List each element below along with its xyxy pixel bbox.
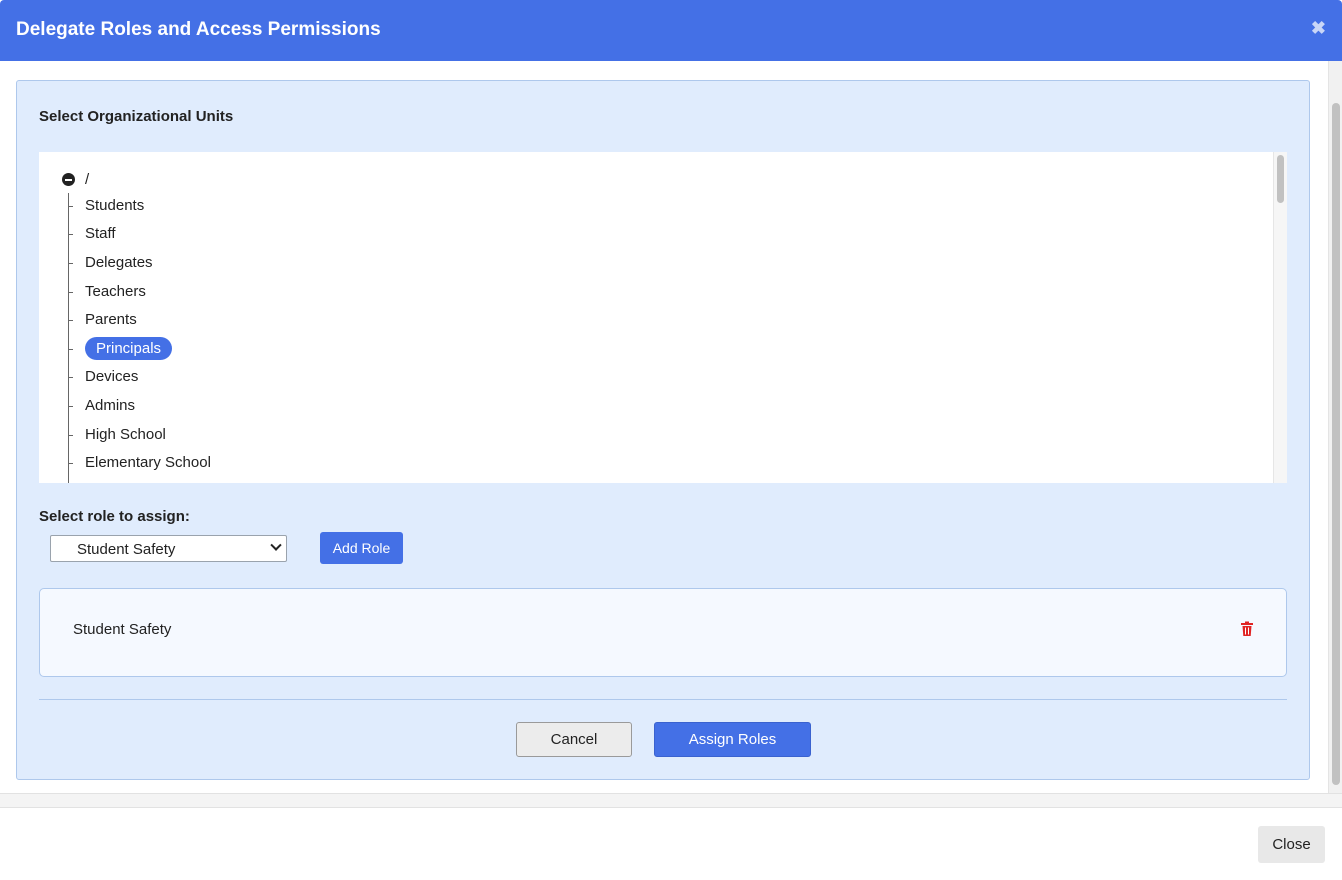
close-icon[interactable]: ✖ [1311, 18, 1326, 39]
assign-roles-button[interactable]: Assign Roles [654, 722, 811, 757]
tree-item-label[interactable]: Elementary School [85, 454, 211, 471]
assigned-roles-list: Student Safety [39, 588, 1287, 677]
collapse-circle-icon[interactable] [62, 173, 75, 186]
tree-tick [68, 406, 73, 407]
footer-separator [0, 793, 1342, 808]
tree-item-label-selected[interactable]: Principals [85, 337, 173, 360]
tree-tick [68, 234, 73, 235]
tree-scrollbar-thumb[interactable] [1277, 155, 1284, 203]
tree-item-elementary-school[interactable]: Elementary School [39, 450, 639, 476]
tree-item-admins[interactable]: Admins [39, 393, 639, 419]
dialog-scrollbar-thumb[interactable] [1332, 103, 1340, 785]
add-role-button[interactable]: Add Role [320, 532, 403, 564]
tree-item-teachers[interactable]: Teachers [39, 279, 639, 305]
tree-item-staff[interactable]: Staff [39, 221, 639, 247]
tree-item-label[interactable]: Teachers [85, 283, 146, 300]
tree-item-label[interactable]: Admins [85, 397, 135, 414]
tree-item-high-school[interactable]: High School [39, 422, 639, 448]
dialog-scrollbar[interactable] [1328, 61, 1342, 793]
tree-tick [68, 463, 73, 464]
role-select-label: Select role to assign: [39, 508, 190, 525]
tree-item-label[interactable]: Parents [85, 311, 137, 328]
tree-scrollbar[interactable] [1273, 152, 1287, 483]
close-button[interactable]: Close [1258, 826, 1325, 863]
tree-tick [68, 263, 73, 264]
delegate-panel: Select Organizational Units / Students S… [16, 80, 1310, 780]
dialog-title: Delegate Roles and Access Permissions [16, 19, 381, 40]
assigned-role-label: Student Safety [73, 621, 172, 638]
role-select[interactable]: Student Safety [50, 535, 287, 562]
chevron-down-icon [270, 539, 282, 551]
tree-tick [68, 320, 73, 321]
tree-tick [68, 377, 73, 378]
tree-tick [68, 292, 73, 293]
divider [39, 699, 1287, 700]
tree-item-parents[interactable]: Parents [39, 307, 639, 333]
tree-root-label[interactable]: / [85, 171, 89, 188]
tree-item-label[interactable]: Devices [85, 368, 138, 385]
dialog-header: Delegate Roles and Access Permissions ✖ [0, 0, 1342, 61]
tree-item-label[interactable]: Students [85, 197, 144, 214]
tree-item-principals[interactable]: Principals [39, 336, 639, 362]
cancel-button[interactable]: Cancel [516, 722, 632, 757]
tree-item-devices[interactable]: Devices [39, 364, 639, 390]
tree-tick [68, 206, 73, 207]
tree-item-label[interactable]: Delegates [85, 254, 153, 271]
tree-item-delegates[interactable]: Delegates [39, 250, 639, 276]
tree-item-students[interactable]: Students [39, 193, 639, 219]
tree-tick [68, 435, 73, 436]
tree-item-label[interactable]: High School [85, 426, 166, 443]
org-units-heading: Select Organizational Units [39, 108, 234, 125]
tree-item-label[interactable]: Staff [85, 225, 116, 242]
trash-icon[interactable] [1240, 621, 1254, 637]
tree-tick [68, 349, 73, 350]
dialog-footer: Close [0, 808, 1342, 880]
role-select-value: Student Safety [77, 541, 176, 558]
org-unit-tree: / Students Staff Delegates Teachers Pare… [39, 152, 1287, 483]
